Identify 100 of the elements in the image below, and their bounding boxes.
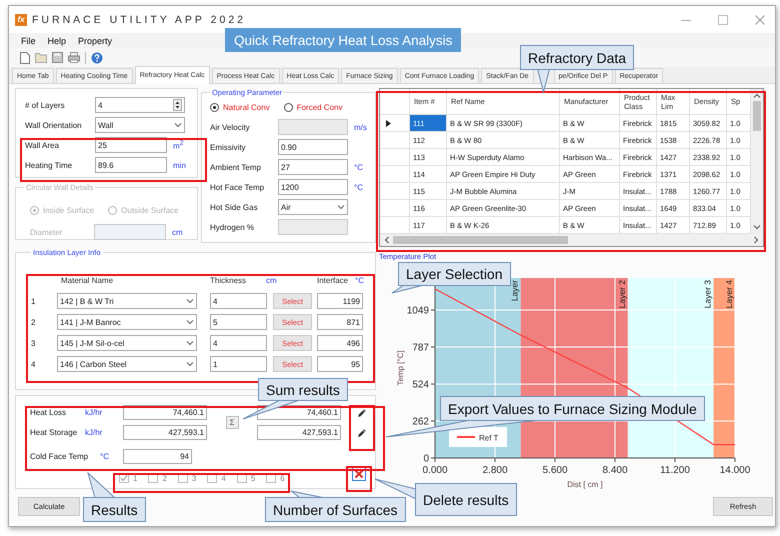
menu-item[interactable]: Help: [48, 36, 66, 46]
checkbox-label: 5: [250, 474, 256, 482]
menu-item[interactable]: Property: [78, 36, 112, 46]
save-icon[interactable]: [52, 52, 63, 63]
tick-label: 14.000: [720, 465, 750, 476]
axis-title: Temp [°C]: [396, 350, 405, 386]
field-label: Cold Face Temp: [30, 452, 90, 461]
input-field[interactable]: 95: [317, 356, 363, 372]
input-field[interactable]: 1199: [317, 293, 363, 309]
layer-label: Layer 2: [616, 280, 627, 308]
unit-label: °C: [354, 162, 363, 172]
printer-icon[interactable]: [68, 52, 80, 63]
radio-button[interactable]: [284, 102, 293, 112]
scroll-thumb[interactable]: [393, 236, 568, 244]
scroll-right-icon: [754, 236, 759, 244]
checkbox-label: 4: [221, 474, 226, 482]
row-pointer-icon: [386, 120, 391, 126]
app-logo: fx: [15, 14, 27, 26]
dropdown[interactable]: 146 | Carbon Steel: [57, 356, 197, 372]
maximize-icon[interactable]: [718, 14, 728, 24]
input-field[interactable]: 1: [210, 356, 267, 372]
tick-label: 262: [412, 416, 429, 428]
unit-label: m$^{2}$: [173, 140, 184, 150]
tick-label: 1049: [406, 306, 429, 317]
close-icon[interactable]: [755, 14, 765, 24]
tick-label: 8.400: [602, 465, 628, 476]
unit-label: cm: [172, 228, 183, 236]
scroll-up-icon: [753, 93, 761, 98]
input-field[interactable]: 89.6: [95, 157, 167, 173]
menu-item[interactable]: File: [21, 36, 36, 46]
tick-label: 5.600: [542, 465, 568, 476]
tick-label: 787: [412, 342, 429, 354]
unit-label: m/s: [354, 122, 367, 132]
callout-pointer: [87, 471, 116, 498]
input-field[interactable]: 4: [210, 335, 267, 351]
scroll-thumb[interactable]: [753, 101, 761, 131]
row-number: 1: [31, 296, 36, 306]
dropdown[interactable]: 142 | B & W Tri: [57, 293, 197, 309]
chevron-icon: [174, 122, 182, 128]
chevron-icon: [186, 319, 194, 325]
field-label: Hydrogen %: [210, 222, 256, 232]
input-field[interactable]: 427,593.1: [257, 425, 341, 440]
row-number: 4: [31, 360, 36, 368]
sum-button[interactable]: Σ: [226, 416, 238, 429]
new-file-icon[interactable]: [20, 52, 30, 64]
unit-label: °C: [355, 276, 364, 284]
dropdown[interactable]: 141 | J-M Banroc: [57, 314, 197, 330]
field-label: Air Velocity: [210, 122, 251, 132]
field-label: Hot Side Gas: [210, 202, 259, 212]
radio-label: Inside Surface: [43, 206, 94, 214]
field-label: Emissivity: [210, 142, 247, 152]
folder-icon[interactable]: [35, 52, 47, 63]
column-header: Interface: [317, 276, 350, 284]
pencil-icon[interactable]: [357, 408, 367, 418]
scroll-left-icon: [384, 236, 389, 244]
callout-label: Sum results: [258, 378, 348, 401]
unit-label: °C: [100, 452, 110, 461]
input-field[interactable]: 1200: [278, 179, 348, 195]
checkbox-label: 3: [192, 474, 196, 482]
scrollbar[interactable]: [380, 234, 763, 246]
input-field[interactable]: 94: [123, 449, 192, 464]
chevron-icon: [186, 298, 194, 304]
dropdown[interactable]: Wall: [95, 117, 185, 133]
unit-label: °C: [354, 182, 363, 192]
chevron-icon: [186, 361, 194, 367]
column-header: Thickness: [210, 276, 248, 284]
axis-title: Dist [ cm ]: [567, 480, 603, 489]
input-field[interactable]: 5: [210, 314, 267, 330]
spinner-field[interactable]: 4: [95, 97, 185, 113]
spin-arrows-icon: [173, 99, 182, 111]
field-label: Diameter: [30, 228, 64, 236]
field-label: Wall Orientation: [25, 120, 83, 130]
radio-label: Natural Conv: [223, 102, 270, 112]
callout-pointer: [374, 478, 416, 500]
tick-label: 0: [423, 454, 429, 464]
pencil-icon[interactable]: [357, 428, 367, 438]
dropdown[interactable]: Air: [278, 199, 348, 215]
input-field[interactable]: 496: [317, 335, 363, 351]
tick-label: 11.200: [660, 465, 690, 476]
unit-label: min: [173, 160, 186, 170]
field-label: Hot Face Temp: [210, 182, 266, 192]
tick-label: 524: [412, 380, 429, 391]
scrollbar[interactable]: [751, 89, 763, 234]
dropdown[interactable]: 145 | J-M Sil-o-cel: [57, 335, 197, 351]
checkbox-label: 1: [133, 474, 138, 482]
input-field[interactable]: 0.90: [278, 139, 348, 155]
window-title: FURNACE UTILITY APP 2022: [32, 14, 246, 26]
header-corner: [380, 89, 410, 115]
field-label: # of Layers: [25, 100, 66, 110]
input-field[interactable]: 871: [317, 314, 363, 330]
checkbox-label: 2: [162, 474, 167, 482]
input-field[interactable]: 4: [210, 293, 267, 309]
input-field[interactable]: 27: [278, 159, 348, 175]
legend-label: Ref T: [479, 434, 498, 442]
input-field[interactable]: 427,593.1: [123, 425, 207, 440]
unit-label: kJ/hr: [85, 408, 104, 417]
radio-button[interactable]: [210, 102, 219, 112]
help-icon[interactable]: [91, 52, 103, 64]
callout-label: Results: [83, 497, 146, 522]
field-label: Heating Time: [25, 160, 74, 170]
